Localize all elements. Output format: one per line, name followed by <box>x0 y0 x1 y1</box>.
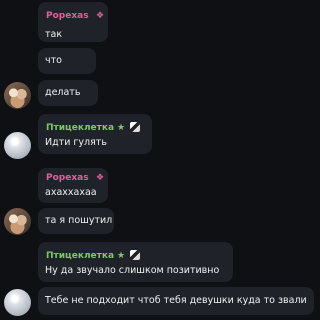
sticker-icon <box>130 122 140 132</box>
message-bubble[interactable]: та я пошутил <box>38 208 114 234</box>
message-bubble[interactable]: что <box>38 48 96 74</box>
message-text: та я пошутил <box>45 215 113 226</box>
message-text: делать <box>45 87 81 98</box>
author-badge-icon: ❖ <box>96 173 105 183</box>
message-text: Идти гулять <box>45 137 107 148</box>
star-badge-icon: ★ <box>117 251 126 261</box>
author-name[interactable]: Птицеклетка <box>46 123 114 134</box>
author-name[interactable]: Птицеклетка <box>46 251 114 262</box>
avatar[interactable] <box>4 132 31 159</box>
message-text: что <box>45 55 62 66</box>
message-text: так <box>45 29 63 40</box>
author-name[interactable]: Popexas <box>46 11 89 22</box>
star-badge-icon: ★ <box>117 123 126 133</box>
avatar[interactable] <box>4 289 31 316</box>
sticker-icon <box>130 250 140 260</box>
message-bubble[interactable]: Птицеклетка ★ Ну да звучало слишком пози… <box>38 242 233 282</box>
message-text: ахаххахаа <box>45 187 97 198</box>
message-bubble[interactable]: Popexas ❖ ахаххахаа <box>38 168 108 203</box>
message-bubble[interactable]: делать <box>38 80 98 106</box>
message-text: Ну да звучало слишком позитивно <box>45 265 220 276</box>
message-text: Тебе не подходит чтоб тебя девушки куда … <box>45 295 307 306</box>
author-badge-icon: ❖ <box>96 11 105 21</box>
message-bubble[interactable]: Птицеклетка ★ Идти гулять <box>38 114 152 154</box>
author-name[interactable]: Popexas <box>46 173 89 184</box>
avatar[interactable] <box>4 208 31 235</box>
message-bubble[interactable]: Тебе не подходит чтоб тебя девушки куда … <box>38 287 314 315</box>
message-bubble[interactable]: Popexas ❖ так <box>38 2 108 42</box>
avatar[interactable] <box>4 82 31 109</box>
